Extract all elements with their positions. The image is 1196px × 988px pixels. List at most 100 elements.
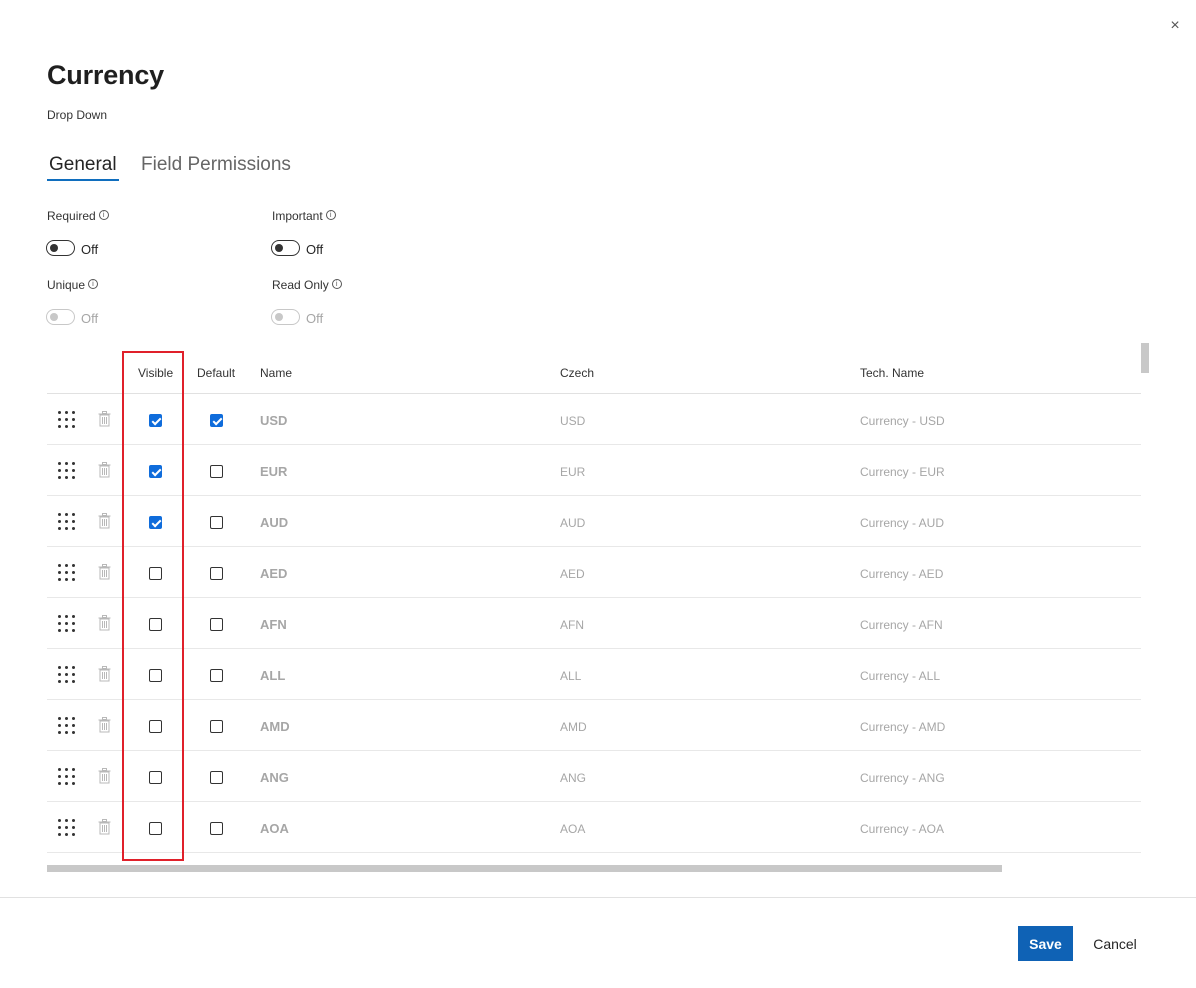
cancel-button[interactable]: Cancel	[1085, 926, 1145, 961]
cell-tech-name: Currency - USD	[860, 414, 945, 428]
drag-handle-icon[interactable]	[58, 564, 75, 581]
default-checkbox[interactable]	[210, 465, 223, 478]
footer-divider	[0, 897, 1196, 898]
table-row: AFN AFN Currency - AFN	[47, 598, 1141, 649]
cell-czech: AUD	[560, 516, 586, 530]
cell-tech-name: Currency - AMD	[860, 720, 946, 734]
info-icon: i	[88, 279, 99, 289]
read-only-toggle	[271, 309, 300, 325]
cell-czech: AFN	[560, 618, 584, 632]
visible-checkbox[interactable]	[149, 720, 162, 733]
unique-toggle	[46, 309, 75, 325]
required-toggle-state: Off	[81, 242, 99, 257]
visible-checkbox[interactable]	[149, 414, 162, 427]
default-checkbox[interactable]	[210, 669, 223, 682]
save-button[interactable]: Save	[1018, 926, 1073, 961]
column-header-czech: Czech	[560, 366, 595, 380]
trash-icon[interactable]	[98, 768, 111, 784]
table-row: ANG ANG Currency - ANG	[47, 751, 1141, 802]
unique-toggle-state: Off	[81, 311, 99, 326]
cell-name: AFN	[260, 617, 287, 632]
read-only-toggle-state: Off	[306, 311, 324, 326]
cell-tech-name: Currency - ALL	[860, 669, 941, 683]
visible-checkbox[interactable]	[149, 669, 162, 682]
default-checkbox[interactable]	[210, 567, 223, 580]
default-checkbox[interactable]	[210, 771, 223, 784]
drag-handle-icon[interactable]	[58, 411, 75, 428]
visible-checkbox[interactable]	[149, 516, 162, 529]
cell-tech-name: Currency - ANG	[860, 771, 945, 785]
cell-czech: AMD	[560, 720, 587, 734]
cell-czech: USD	[560, 414, 586, 428]
drag-handle-icon[interactable]	[58, 768, 75, 785]
cell-name: AUD	[260, 515, 289, 530]
visible-checkbox[interactable]	[149, 618, 162, 631]
column-header-name: Name	[260, 366, 293, 380]
read-only-label: Read Only i	[272, 278, 342, 292]
cell-name: ANG	[260, 770, 289, 785]
values-table: Visible Default Name Czech Tech. Name US…	[47, 352, 1141, 857]
cell-tech-name: Currency - AOA	[860, 822, 945, 836]
close-button[interactable]: ×	[1166, 16, 1184, 36]
column-header-tech-name: Tech. Name	[860, 366, 925, 380]
visible-checkbox[interactable]	[149, 465, 162, 478]
cell-tech-name: Currency - AED	[860, 567, 944, 581]
trash-icon[interactable]	[98, 462, 111, 478]
cell-tech-name: Currency - AUD	[860, 516, 945, 530]
drag-handle-icon[interactable]	[58, 666, 75, 683]
cell-tech-name: Currency - EUR	[860, 465, 945, 479]
cell-czech: EUR	[560, 465, 586, 479]
tab-general[interactable]: General	[49, 154, 117, 176]
default-checkbox[interactable]	[210, 516, 223, 529]
table-header: Visible Default Name Czech Tech. Name	[47, 352, 1141, 394]
trash-icon[interactable]	[98, 513, 111, 529]
cell-czech: AED	[560, 567, 585, 581]
unique-label: Unique i	[47, 278, 99, 292]
important-toggle-state: Off	[306, 242, 324, 257]
visible-checkbox[interactable]	[149, 771, 162, 784]
table-row: AOA AOA Currency - AOA	[47, 802, 1141, 853]
info-icon: i	[98, 210, 109, 220]
cell-czech: ALL	[560, 669, 582, 683]
info-icon: i	[325, 210, 336, 220]
table-row: ALL ALL Currency - ALL	[47, 649, 1141, 700]
drag-handle-icon[interactable]	[58, 717, 75, 734]
field-type-subtitle: Drop Down	[47, 108, 108, 122]
table-row: AMD AMD Currency - AMD	[47, 700, 1141, 751]
column-header-default: Default	[197, 366, 236, 380]
active-tab-indicator	[47, 179, 119, 181]
trash-icon[interactable]	[98, 564, 111, 580]
drag-handle-icon[interactable]	[58, 819, 75, 836]
table-row: AED AED Currency - AED	[47, 547, 1141, 598]
cell-name: AED	[260, 566, 288, 581]
drag-handle-icon[interactable]	[58, 615, 75, 632]
info-icon: i	[331, 279, 342, 289]
tab-field-permissions[interactable]: Field Permissions	[141, 154, 291, 176]
default-checkbox[interactable]	[210, 414, 223, 427]
cell-tech-name: Currency - AFN	[860, 618, 943, 632]
trash-icon[interactable]	[98, 717, 111, 733]
cell-name: ALL	[260, 668, 286, 683]
drag-handle-icon[interactable]	[58, 462, 75, 479]
important-label: Important i	[272, 209, 336, 223]
trash-icon[interactable]	[98, 411, 111, 427]
trash-icon[interactable]	[98, 819, 111, 835]
trash-icon[interactable]	[98, 615, 111, 631]
table-row: USD USD Currency - USD	[47, 394, 1141, 445]
table-row: AUD AUD Currency - AUD	[47, 496, 1141, 547]
cell-name: AMD	[260, 719, 290, 734]
default-checkbox[interactable]	[210, 720, 223, 733]
default-checkbox[interactable]	[210, 618, 223, 631]
cell-name: EUR	[260, 464, 288, 479]
cell-name: USD	[260, 413, 288, 428]
horizontal-scrollbar[interactable]	[47, 865, 1002, 872]
trash-icon[interactable]	[98, 666, 111, 682]
visible-checkbox[interactable]	[149, 822, 162, 835]
vertical-scrollbar[interactable]	[1141, 343, 1149, 373]
required-toggle[interactable]	[46, 240, 75, 256]
important-toggle[interactable]	[271, 240, 300, 256]
table-row: EUR EUR Currency - EUR	[47, 445, 1141, 496]
visible-checkbox[interactable]	[149, 567, 162, 580]
drag-handle-icon[interactable]	[58, 513, 75, 530]
default-checkbox[interactable]	[210, 822, 223, 835]
